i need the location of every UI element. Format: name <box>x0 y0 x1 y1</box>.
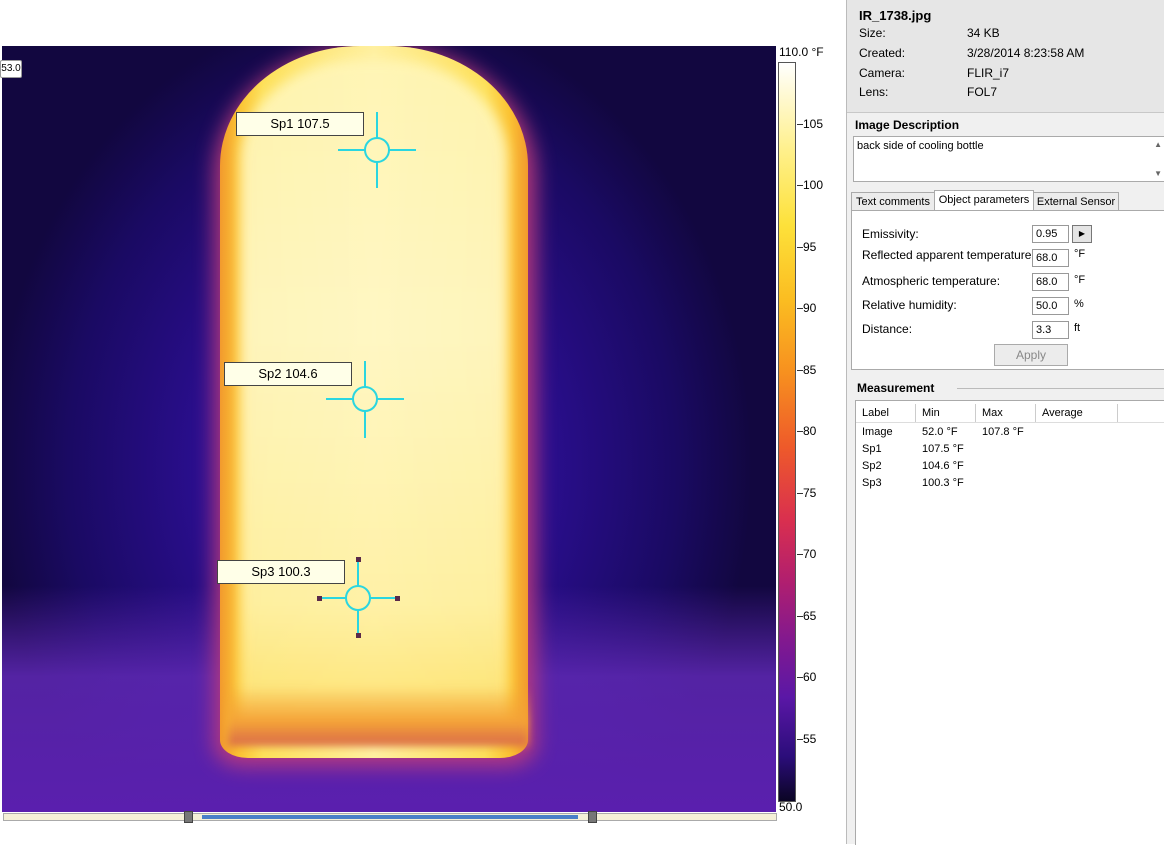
row-label: Sp3 <box>862 477 882 489</box>
color-scale-bar[interactable] <box>778 62 796 802</box>
measurement-heading: Measurement <box>857 381 935 395</box>
file-info-value: 34 KB <box>967 26 1000 40</box>
image-description-heading: Image Description <box>855 118 960 132</box>
distance-input[interactable]: 3.3 <box>1032 321 1069 339</box>
table-row[interactable]: Sp3 100.3 °F <box>856 477 1164 493</box>
row-min: 104.6 °F <box>922 460 964 472</box>
emissivity-menu-arrow-icon[interactable]: ▶ <box>1072 225 1092 243</box>
corner-value-label: 53.0 <box>0 60 22 78</box>
scrollbar-thumb[interactable] <box>202 815 578 819</box>
apply-button[interactable]: Apply <box>994 344 1068 366</box>
reflected-temp-unit: °F <box>1074 248 1086 260</box>
crosshair-sp2-icon <box>326 361 404 438</box>
scale-min-label[interactable]: 50.0 <box>779 800 802 814</box>
header-divider <box>856 422 1164 423</box>
atmospheric-temp-unit: °F <box>1074 274 1086 286</box>
file-name: IR_1738.jpg <box>859 8 932 23</box>
scale-tick-label: 100 <box>803 178 824 192</box>
scale-max-label[interactable]: 110.0 °F <box>779 45 824 59</box>
atmospheric-temp-input[interactable]: 68.0 <box>1032 273 1069 291</box>
reflected-temp-input[interactable]: 68.0 <box>1032 249 1069 267</box>
file-info-label: Size: <box>859 26 886 40</box>
row-max: 107.8 °F <box>982 426 1024 438</box>
emissivity-input[interactable]: 0.95 <box>1032 225 1069 243</box>
scale-tick-label: 55 <box>803 732 817 746</box>
table-row[interactable]: Sp1 107.5 °F <box>856 443 1164 459</box>
object-parameters-panel: Emissivity: 0.95 ▶ Reflected apparent te… <box>851 210 1164 370</box>
file-info-section: IR_1738.jpg Size: 34 KB Created: 3/28/20… <box>847 0 1164 113</box>
file-info-label: Camera: <box>859 66 906 80</box>
image-description-field[interactable]: back side of cooling bottle ▲ ▼ <box>853 136 1164 182</box>
scale-tick-label: 65 <box>803 609 817 623</box>
tab-external-sensor[interactable]: External Sensor <box>1033 192 1119 212</box>
reflected-temp-label: Reflected apparent temperature: <box>862 248 1035 262</box>
scale-tick-label: 85 <box>803 363 817 377</box>
measurement-table[interactable]: Label Min Max Average Image 52.0 °F 107.… <box>855 400 1164 845</box>
measurement-divider <box>957 388 1164 389</box>
image-description-text: back side of cooling bottle <box>857 140 984 152</box>
scale-tick-label: 80 <box>803 424 817 438</box>
row-min: 107.5 °F <box>922 443 964 455</box>
distance-unit: ft <box>1074 322 1081 334</box>
crosshair-sp1-icon <box>338 112 416 188</box>
scroll-down-icon[interactable]: ▼ <box>1154 169 1162 178</box>
scroll-handle-right[interactable] <box>588 811 597 823</box>
humidity-unit: % <box>1074 298 1084 310</box>
tab-text-comments[interactable]: Text comments <box>851 192 935 212</box>
column-header-label[interactable]: Label <box>856 404 916 422</box>
emissivity-label: Emissivity: <box>862 227 919 241</box>
humidity-label: Relative humidity: <box>862 298 957 312</box>
file-info-label: Lens: <box>859 85 889 99</box>
column-header-average[interactable]: Average <box>1036 404 1118 422</box>
scale-tick-label: 90 <box>803 301 817 315</box>
file-info-value: FOL7 <box>967 85 998 99</box>
scale-tick-label: 70 <box>803 547 817 561</box>
file-info-value: 3/28/2014 8:23:58 AM <box>967 46 1085 60</box>
row-label: Image <box>862 426 893 438</box>
column-header-min[interactable]: Min <box>916 404 976 422</box>
thermal-image[interactable]: Sp1 107.5 Sp2 104.6 Sp3 100.3 <box>2 46 776 812</box>
scroll-handle-left[interactable] <box>184 811 193 823</box>
scale-tick-label: 60 <box>803 670 817 684</box>
scale-tick-label: 105 <box>803 117 824 131</box>
table-row[interactable]: Image 52.0 °F 107.8 °F <box>856 426 1164 442</box>
crosshair-sp3-icon <box>320 560 397 636</box>
table-row[interactable]: Sp2 104.6 °F <box>856 460 1164 476</box>
row-min: 100.3 °F <box>922 477 964 489</box>
scale-tick-label: 75 <box>803 486 817 500</box>
right-panel: IR_1738.jpg Size: 34 KB Created: 3/28/20… <box>846 0 1164 845</box>
file-info-label: Created: <box>859 46 906 60</box>
row-label: Sp2 <box>862 460 882 472</box>
row-min: 52.0 °F <box>922 426 958 438</box>
atmospheric-temp-label: Atmospheric temperature: <box>862 274 1001 288</box>
humidity-input[interactable]: 50.0 <box>1032 297 1069 315</box>
column-header-max[interactable]: Max <box>976 404 1036 422</box>
scroll-up-icon[interactable]: ▲ <box>1154 140 1162 149</box>
image-horizontal-scrollbar[interactable] <box>3 811 777 823</box>
spot-crosshairs <box>317 112 416 638</box>
distance-label: Distance: <box>862 322 913 336</box>
row-label: Sp1 <box>862 443 882 455</box>
scale-tick-label: 95 <box>803 240 817 254</box>
file-info-value: FLIR_i7 <box>967 66 1010 80</box>
